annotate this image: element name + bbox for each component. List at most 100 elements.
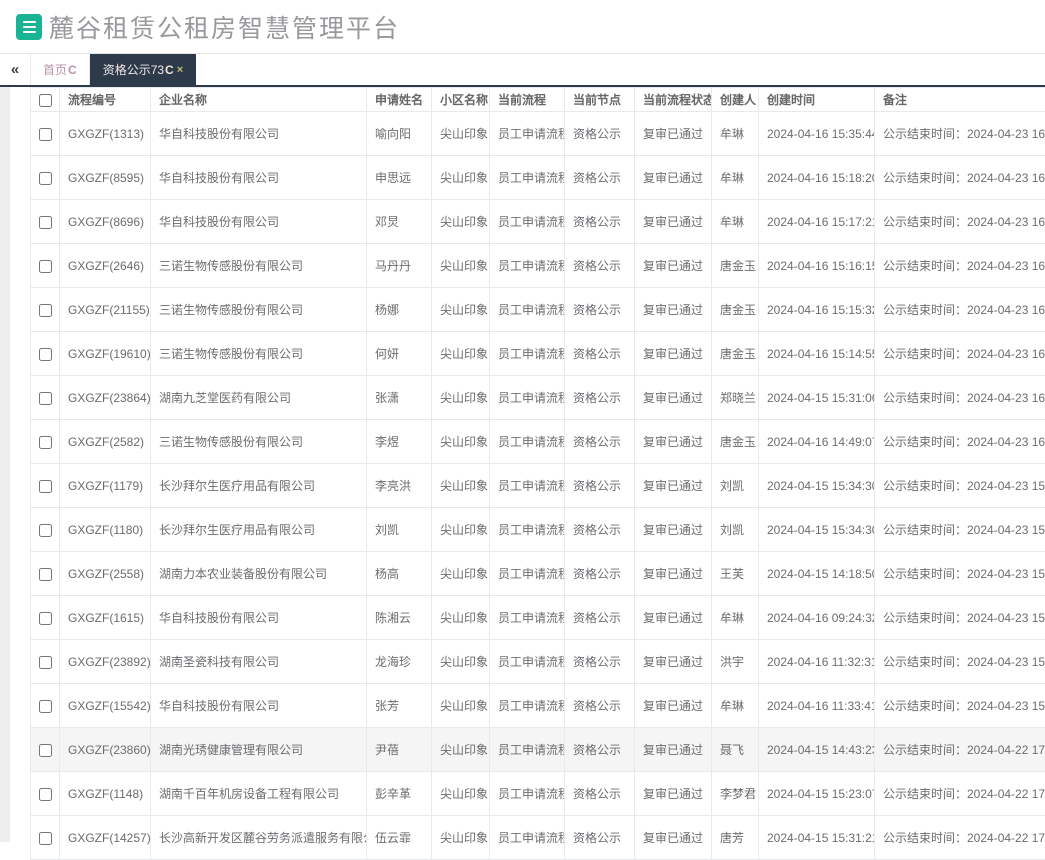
cell-created: 2024-04-16 15:18:20 [759, 156, 875, 200]
row-checkbox[interactable] [39, 788, 52, 801]
row-select-cell [31, 816, 60, 860]
row-checkbox[interactable] [39, 480, 52, 493]
cell-remark: 公示结束时间：2024-04-23 16:26:14 [875, 376, 1045, 420]
cell-node: 资格公示 [565, 332, 635, 376]
cell-company: 长沙拜尔生医疗用品有限公司 [151, 464, 367, 508]
cell-creator: 郑晓兰 [712, 376, 759, 420]
cell-community: 尖山印象 [432, 200, 490, 244]
refresh-icon[interactable]: C [165, 63, 174, 77]
cell-id: GXGZF(1148) [60, 772, 151, 816]
row-checkbox[interactable] [39, 172, 52, 185]
cell-community: 尖山印象 [432, 420, 490, 464]
cell-applicant: 龙海珍 [367, 640, 432, 684]
cell-company: 湖南九芝堂医药有限公司 [151, 376, 367, 420]
table-row: GXGZF(23892)湖南圣瓷科技有限公司龙海珍尖山印象员工申请流程资格公示复… [31, 640, 1045, 684]
cell-created: 2024-04-16 09:24:32 [759, 596, 875, 640]
cell-applicant: 张潇 [367, 376, 432, 420]
cell-company: 华自科技股份有限公司 [151, 596, 367, 640]
cell-creator: 唐金玉 [712, 420, 759, 464]
cell-process: 员工申请流程 [490, 112, 565, 156]
cell-node: 资格公示 [565, 376, 635, 420]
row-checkbox[interactable] [39, 304, 52, 317]
menu-toggle-button[interactable] [16, 14, 42, 40]
cell-remark: 公示结束时间：2024-04-23 15:35:33 [875, 464, 1045, 508]
row-checkbox[interactable] [39, 524, 52, 537]
row-checkbox[interactable] [39, 612, 52, 625]
table-row: GXGZF(2558)湖南力本农业装备股份有限公司杨高尖山印象员工申请流程资格公… [31, 552, 1045, 596]
cell-id: GXGZF(23892) [60, 640, 151, 684]
row-checkbox[interactable] [39, 656, 52, 669]
cell-process: 员工申请流程 [490, 728, 565, 772]
row-select-cell [31, 244, 60, 288]
process-table: 流程编号 企业名称 申请姓名 小区名称 当前流程 当前节点 当前流程状态 创建人… [30, 87, 1045, 860]
cell-creator: 洪宇 [712, 640, 759, 684]
cell-company: 长沙高新开发区麓谷劳务派遣服务有限公司 [151, 816, 367, 860]
content-area: 流程编号 企业名称 申请姓名 小区名称 当前流程 当前节点 当前流程状态 创建人… [0, 87, 1045, 842]
row-checkbox[interactable] [39, 260, 52, 273]
cell-creator: 牟琳 [712, 596, 759, 640]
row-select-cell [31, 464, 60, 508]
cell-id: GXGZF(2582) [60, 420, 151, 464]
collapse-tabs-button[interactable]: « [0, 54, 30, 85]
cell-process: 员工申请流程 [490, 508, 565, 552]
cell-id: GXGZF(1180) [60, 508, 151, 552]
close-icon[interactable]: × [177, 64, 183, 76]
cell-community: 尖山印象 [432, 640, 490, 684]
cell-node: 资格公示 [565, 508, 635, 552]
cell-process: 员工申请流程 [490, 156, 565, 200]
cell-node: 资格公示 [565, 244, 635, 288]
cell-applicant: 李煜 [367, 420, 432, 464]
cell-company: 湖南光琇健康管理有限公司 [151, 728, 367, 772]
tab-home[interactable]: 首页 C [30, 54, 90, 85]
row-checkbox[interactable] [39, 568, 52, 581]
cell-company: 三诺生物传感股份有限公司 [151, 288, 367, 332]
cell-process: 员工申请流程 [490, 684, 565, 728]
cell-id: GXGZF(1615) [60, 596, 151, 640]
row-checkbox[interactable] [39, 128, 52, 141]
cell-remark: 公示结束时间：2024-04-23 15:34:46 [875, 596, 1045, 640]
cell-creator: 唐金玉 [712, 332, 759, 376]
table-row: GXGZF(1180)长沙拜尔生医疗用品有限公司刘凯尖山印象员工申请流程资格公示… [31, 508, 1045, 552]
cell-remark: 公示结束时间：2024-04-23 16:27:35 [875, 112, 1045, 156]
cell-created: 2024-04-15 14:43:23 [759, 728, 875, 772]
cell-node: 资格公示 [565, 728, 635, 772]
cell-created: 2024-04-15 15:31:21 [759, 816, 875, 860]
row-checkbox[interactable] [39, 744, 52, 757]
tab-qualification-publicity[interactable]: 资格公示73 C × [90, 54, 196, 85]
cell-process: 员工申请流程 [490, 772, 565, 816]
select-all-checkbox[interactable] [39, 94, 52, 107]
cell-node: 资格公示 [565, 420, 635, 464]
select-all-cell [31, 88, 60, 112]
row-select-cell [31, 420, 60, 464]
refresh-icon[interactable]: C [68, 63, 77, 77]
cell-creator: 唐金玉 [712, 288, 759, 332]
row-checkbox[interactable] [39, 348, 52, 361]
cell-created: 2024-04-16 15:15:32 [759, 288, 875, 332]
cell-created: 2024-04-16 15:35:44 [759, 112, 875, 156]
cell-applicant: 喻向阳 [367, 112, 432, 156]
row-checkbox[interactable] [39, 700, 52, 713]
cell-applicant: 杨高 [367, 552, 432, 596]
cell-created: 2024-04-15 15:34:30 [759, 464, 875, 508]
cell-community: 尖山印象 [432, 376, 490, 420]
cell-creator: 李梦君 [712, 772, 759, 816]
cell-company: 三诺生物传感股份有限公司 [151, 244, 367, 288]
row-checkbox[interactable] [39, 392, 52, 405]
cell-status: 复审已通过 [635, 156, 712, 200]
col-header-created: 创建时间 [759, 88, 875, 112]
table-row: GXGZF(23860)湖南光琇健康管理有限公司尹蓓尖山印象员工申请流程资格公示… [31, 728, 1045, 772]
double-left-arrow-icon: « [11, 61, 19, 78]
row-checkbox[interactable] [39, 436, 52, 449]
tab-home-label: 首页 [43, 61, 67, 78]
cell-id: GXGZF(8696) [60, 200, 151, 244]
cell-creator: 牟琳 [712, 684, 759, 728]
cell-id: GXGZF(15542) [60, 684, 151, 728]
cell-created: 2024-04-16 15:16:15 [759, 244, 875, 288]
cell-creator: 唐金玉 [712, 244, 759, 288]
cell-community: 尖山印象 [432, 244, 490, 288]
row-checkbox[interactable] [39, 216, 52, 229]
table-row: GXGZF(1313)华自科技股份有限公司喻向阳尖山印象员工申请流程资格公示复审… [31, 112, 1045, 156]
col-header-process-id: 流程编号 [60, 88, 151, 112]
col-header-community: 小区名称 [432, 88, 490, 112]
cell-status: 复审已通过 [635, 420, 712, 464]
